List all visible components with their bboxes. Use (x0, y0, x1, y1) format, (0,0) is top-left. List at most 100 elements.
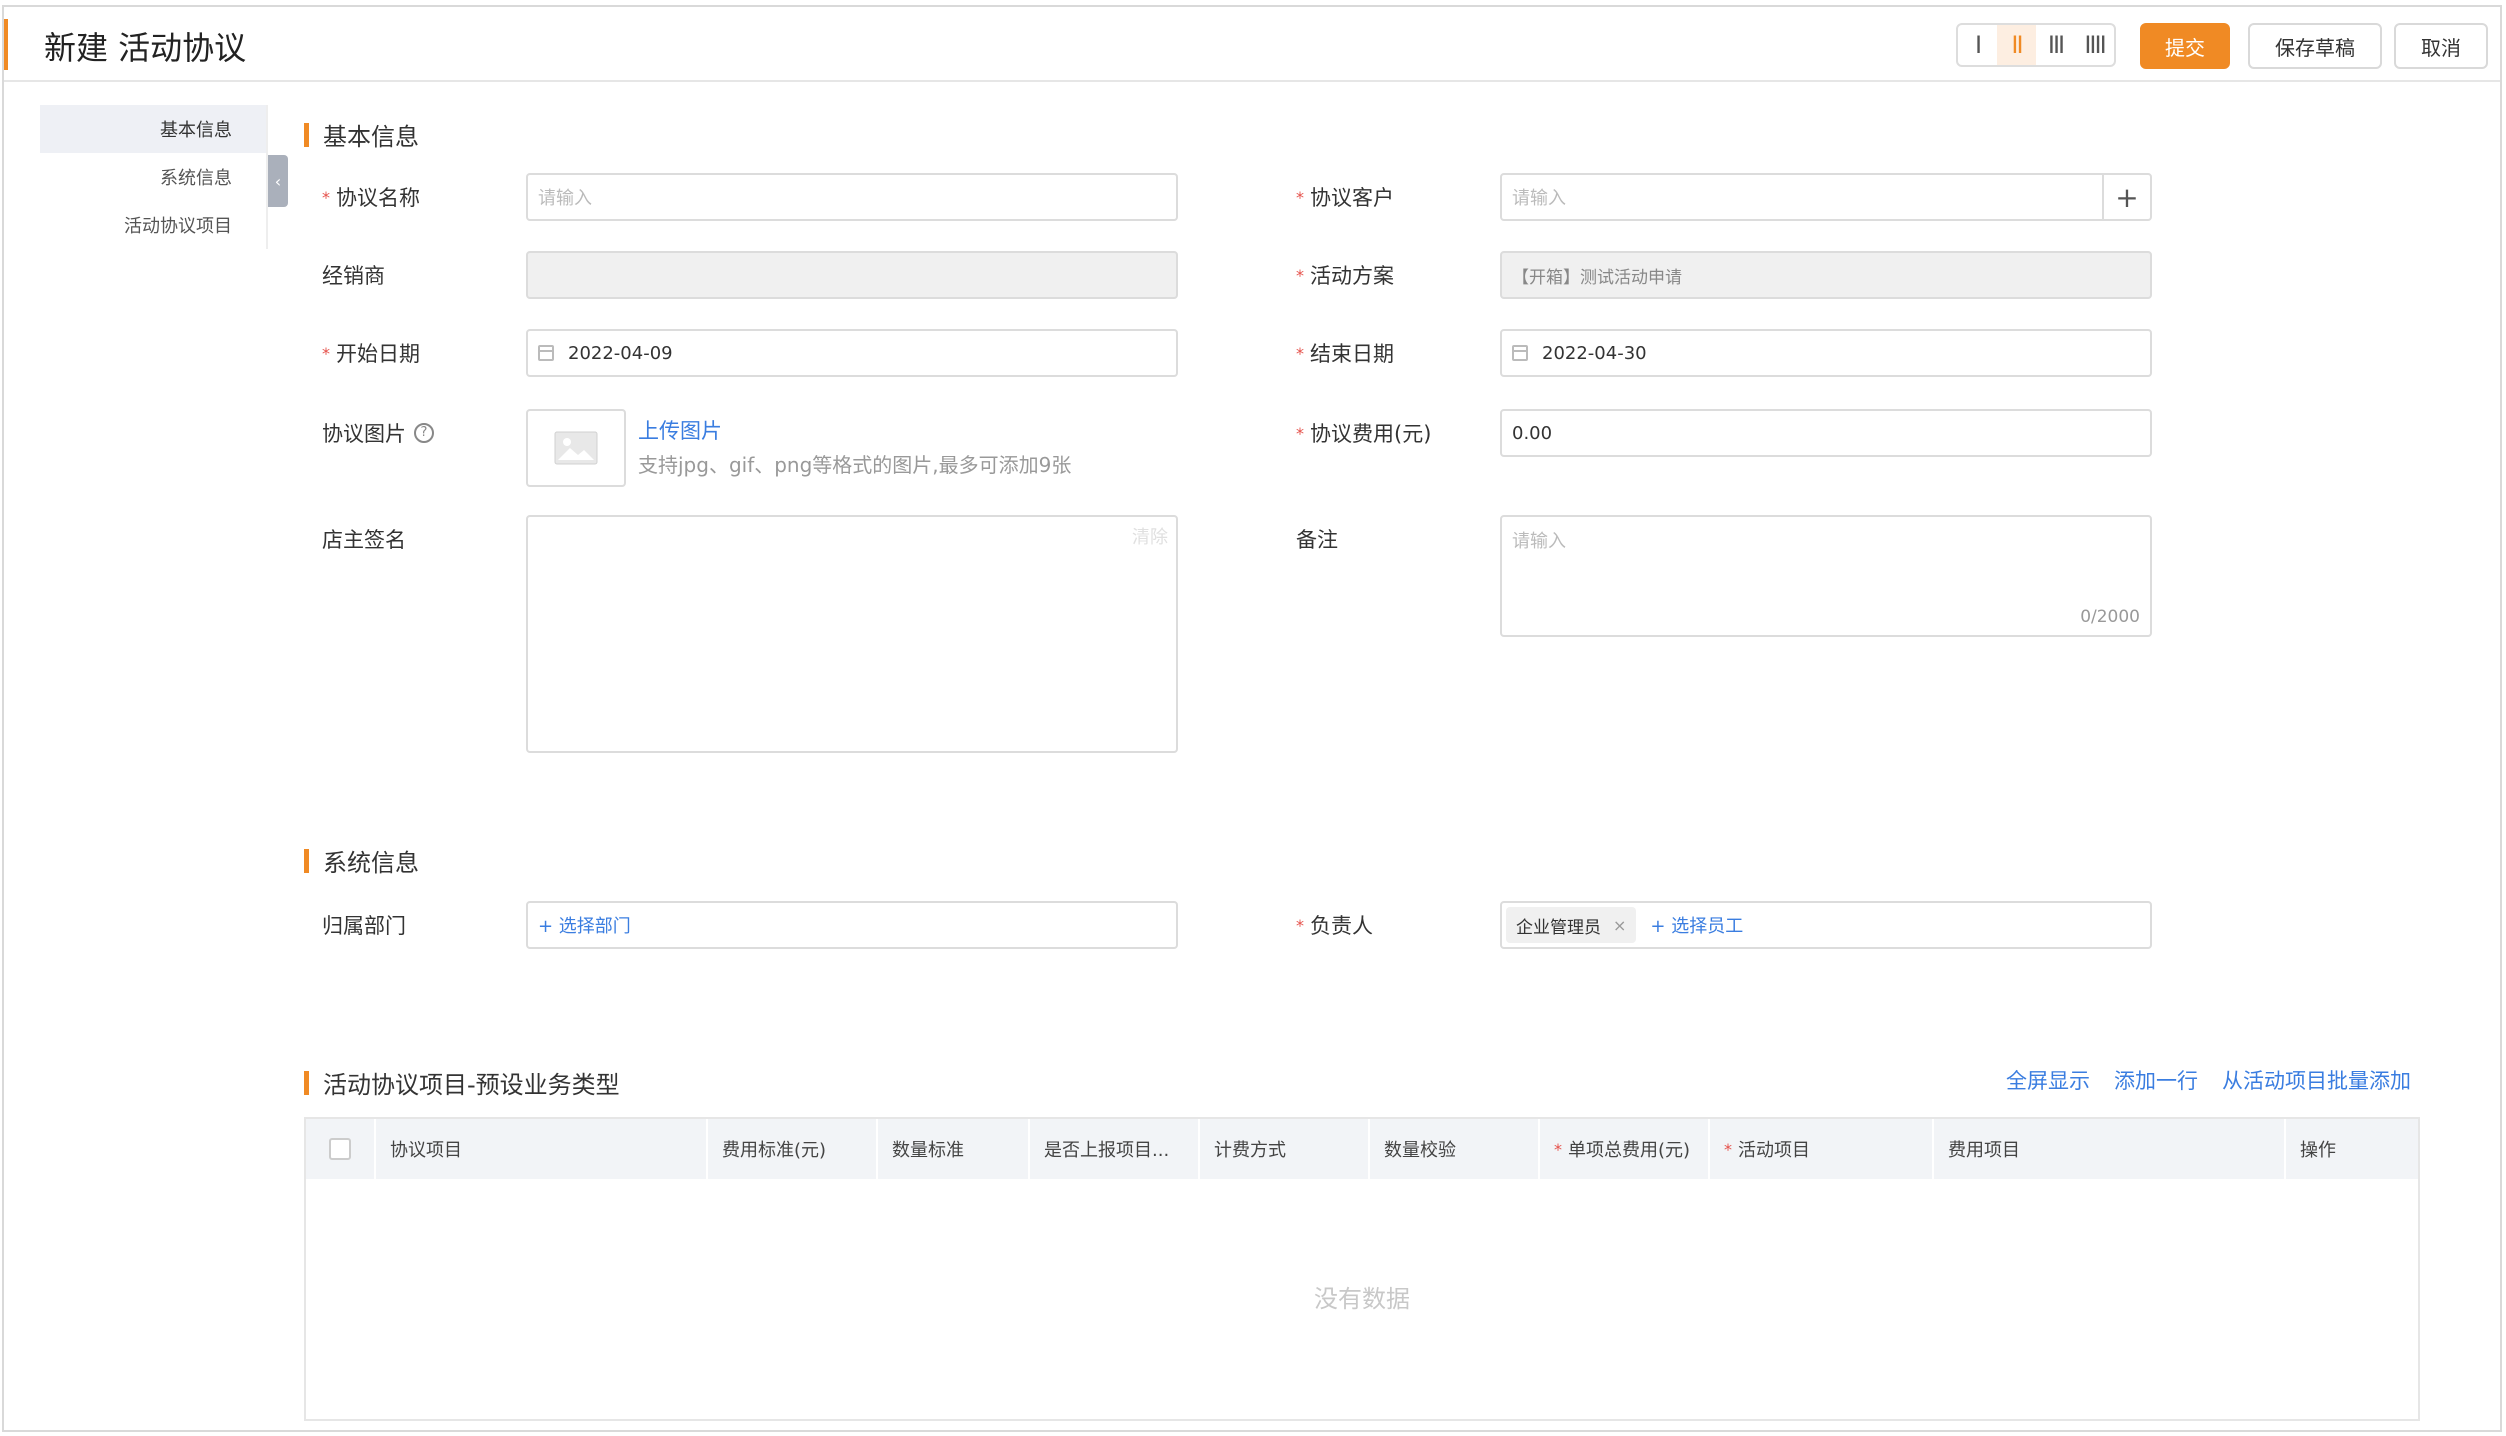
section-title-text: 基本信息 (323, 123, 419, 151)
end-date-picker[interactable]: 2022-04-30 (1500, 329, 2152, 377)
placeholder: 请输入 (1512, 531, 1566, 552)
nav-item-basic-info[interactable]: 基本信息 (40, 105, 268, 153)
agreement-name-label: * 协议名称 (322, 173, 420, 221)
layout-switch: I II III IIII (1956, 23, 2116, 67)
dealer-label-text: 经销商 (322, 264, 385, 288)
end-date-label-text: 结束日期 (1310, 342, 1394, 366)
header-checkbox-cell (306, 1119, 376, 1179)
layout-two-columns[interactable]: II (1997, 25, 2036, 65)
add-customer-button[interactable]: + (2102, 175, 2150, 219)
owner-select[interactable]: 企业管理员 × + 选择员工 (1500, 901, 2152, 949)
agreement-items-table: 协议项目 费用标准(元) 数量标准 是否上报项目... 计费方式 数量校验 * 单… (304, 1117, 2420, 1421)
column-header-activity-item[interactable]: * 活动项目 (1710, 1119, 1934, 1179)
calendar-icon (538, 345, 554, 361)
agreement-customer-label-text: 协议客户 (1310, 186, 1394, 210)
agreement-fee-label: * 协议费用(元) (1296, 409, 1431, 457)
select-all-checkbox[interactable] (329, 1138, 351, 1160)
end-date-label: * 结束日期 (1296, 329, 1394, 377)
collapse-nav-button[interactable]: ‹ (268, 155, 288, 207)
section-title-system: 系统信息 (304, 843, 419, 878)
column-header[interactable]: 费用项目 (1934, 1119, 2286, 1179)
agreement-image-label-text: 协议图片 (322, 422, 406, 446)
placeholder: 请输入 (538, 188, 592, 209)
batch-add-link[interactable]: 从活动项目批量添加 (2222, 1065, 2411, 1095)
layout-four-columns[interactable]: IIII (2075, 25, 2114, 65)
header-bar: 新建 活动协议 I II III IIII 提交 保存草稿 取消 (4, 7, 2500, 82)
column-header[interactable]: 计费方式 (1200, 1119, 1370, 1179)
column-header[interactable]: 数量校验 (1370, 1119, 1540, 1179)
submit-button[interactable]: 提交 (2140, 23, 2230, 69)
cancel-button[interactable]: 取消 (2394, 23, 2488, 69)
column-header[interactable]: 数量标准 (878, 1119, 1030, 1179)
agreement-customer-label: * 协议客户 (1296, 173, 1394, 221)
upload-hint: 支持jpg、gif、png等格式的图片,最多可添加9张 (638, 453, 1072, 477)
placeholder: 请输入 (1512, 188, 1566, 209)
chevron-left-icon: ‹ (274, 171, 282, 191)
save-draft-button[interactable]: 保存草稿 (2248, 23, 2382, 69)
column-header-text: 单项总费用(元) (1568, 1140, 1691, 1161)
section-accent (304, 122, 309, 147)
help-icon[interactable]: ? (414, 423, 434, 443)
department-label: 归属部门 (322, 901, 406, 949)
image-placeholder-icon (554, 431, 598, 465)
signature-pad[interactable]: 清除 (526, 515, 1178, 753)
empty-state: 没有数据 (1314, 1285, 1410, 1313)
table-actions: 全屏显示 添加一行 从活动项目批量添加 (2006, 1065, 2411, 1095)
column-header[interactable]: 费用标准(元) (708, 1119, 878, 1179)
end-date-value: 2022-04-30 (1542, 342, 1647, 364)
start-date-picker[interactable]: 2022-04-09 (526, 329, 1178, 377)
remove-tag-icon[interactable]: × (1613, 916, 1626, 935)
dealer-label: 经销商 (322, 251, 385, 299)
remark-char-count: 0/2000 (2080, 607, 2140, 627)
section-nav: 基本信息 系统信息 活动协议项目 (40, 105, 268, 249)
agreement-image-label: 协议图片? (322, 409, 434, 457)
layout-one-column[interactable]: I (1958, 25, 1997, 65)
agreement-fee-label-text: 协议费用(元) (1310, 422, 1432, 446)
page-title: 新建 活动协议 (44, 29, 247, 67)
column-header-total-fee[interactable]: * 单项总费用(元) (1540, 1119, 1710, 1179)
remark-label-text: 备注 (1296, 528, 1338, 552)
table-header: 协议项目 费用标准(元) 数量标准 是否上报项目... 计费方式 数量校验 * 单… (306, 1119, 2418, 1179)
calendar-icon (1512, 345, 1528, 361)
column-header[interactable]: 是否上报项目... (1030, 1119, 1200, 1179)
image-upload-box[interactable] (526, 409, 626, 487)
select-department-link[interactable]: + 选择部门 (538, 912, 631, 938)
add-row-link[interactable]: 添加一行 (2114, 1065, 2198, 1095)
owner-label: * 负责人 (1296, 901, 1373, 949)
upload-image-link[interactable]: 上传图片 (638, 415, 722, 445)
agreement-name-input[interactable]: 请输入 (526, 173, 1178, 221)
select-employee-link[interactable]: + 选择员工 (1650, 912, 1743, 938)
column-header-text: 活动项目 (1738, 1140, 1810, 1161)
layout-three-columns[interactable]: III (2036, 25, 2075, 65)
start-date-value: 2022-04-09 (568, 342, 673, 364)
activity-plan-label-text: 活动方案 (1310, 264, 1394, 288)
signature-label: 店主签名 (322, 515, 406, 563)
agreement-customer-input[interactable]: 请输入 + (1500, 173, 2152, 221)
activity-plan-label: * 活动方案 (1296, 251, 1394, 299)
header-accent (4, 19, 8, 70)
section-title-items: 活动协议项目-预设业务类型 (304, 1065, 620, 1100)
clear-signature-button[interactable]: 清除 (1132, 523, 1168, 549)
nav-item-agreement-items[interactable]: 活动协议项目 (40, 201, 268, 249)
activity-plan-field: 【开箱】测试活动申请 (1500, 251, 2152, 299)
section-title-text: 系统信息 (323, 849, 419, 877)
column-header[interactable]: 协议项目 (376, 1119, 708, 1179)
owner-tag: 企业管理员 × (1506, 907, 1637, 943)
start-date-label: * 开始日期 (322, 329, 420, 377)
signature-label-text: 店主签名 (322, 528, 406, 552)
plus-icon: + (2115, 180, 2139, 214)
nav-item-system-info[interactable]: 系统信息 (40, 153, 268, 201)
agreement-fee-input[interactable]: 0.00 (1500, 409, 2152, 457)
fullscreen-link[interactable]: 全屏显示 (2006, 1065, 2090, 1095)
department-select[interactable]: + 选择部门 (526, 901, 1178, 949)
remark-textarea[interactable]: 请输入 0/2000 (1500, 515, 2152, 637)
column-header: 操作 (2300, 1140, 2336, 1161)
department-label-text: 归属部门 (322, 914, 406, 938)
section-accent (304, 848, 309, 873)
section-title-basic: 基本信息 (304, 117, 419, 152)
page-frame: 新建 活动协议 I II III IIII 提交 保存草稿 取消 基本信息 系统… (2, 5, 2502, 1432)
section-title-text: 活动协议项目-预设业务类型 (323, 1071, 620, 1099)
owner-label-text: 负责人 (1310, 914, 1373, 938)
start-date-label-text: 开始日期 (336, 342, 420, 366)
owner-tag-text: 企业管理员 (1516, 917, 1601, 938)
